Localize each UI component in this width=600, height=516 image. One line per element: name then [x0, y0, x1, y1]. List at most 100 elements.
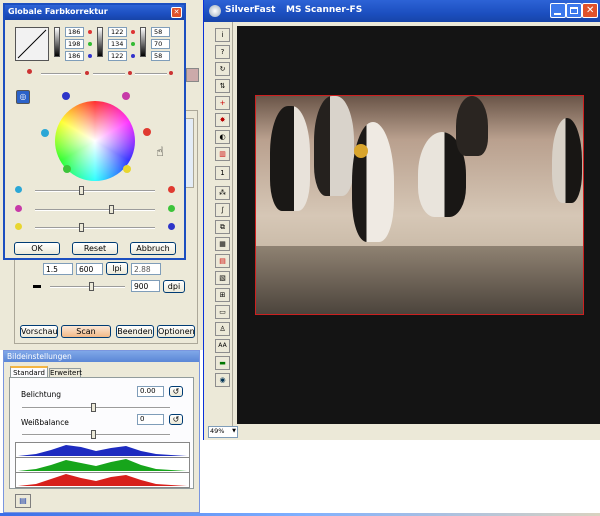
- wheel-green-dot[interactable]: [63, 165, 71, 173]
- film-strip-tool[interactable]: ▬: [215, 356, 230, 370]
- histogram-tool[interactable]: ▥: [215, 147, 230, 161]
- value-column-1-bar[interactable]: [54, 27, 60, 57]
- print-tool[interactable]: ▭: [215, 305, 230, 319]
- rotate-tool[interactable]: ↻: [215, 62, 230, 76]
- curve-line: [17, 29, 47, 59]
- maximize-button[interactable]: [566, 3, 582, 18]
- quit-button[interactable]: Beenden: [116, 325, 154, 338]
- scan-value-c[interactable]: 2.88: [131, 263, 161, 275]
- slider-1-thumb[interactable]: [79, 186, 84, 195]
- slider-3-thumb[interactable]: [79, 223, 84, 232]
- zoom-control[interactable]: 49% ▼: [208, 426, 238, 438]
- crosshair-tool[interactable]: +: [215, 96, 230, 110]
- white-balance-field[interactable]: 0: [137, 414, 164, 425]
- value-3-top[interactable]: 58: [151, 27, 170, 37]
- slider-2-left-magenta-dot: [15, 205, 22, 212]
- wheel-blue-dot[interactable]: [62, 92, 70, 100]
- curve-preview[interactable]: [15, 27, 49, 61]
- balance-tool[interactable]: ◐: [215, 130, 230, 144]
- value-1-bot[interactable]: 186: [65, 51, 84, 61]
- minimize-button[interactable]: [550, 3, 566, 18]
- histogram-box: [15, 442, 190, 488]
- slider-3-right-blue-dot: [168, 223, 175, 230]
- wheel-cyan-dot[interactable]: [41, 129, 49, 137]
- ok-button[interactable]: OK: [14, 242, 60, 255]
- exposure-reset-button[interactable]: ↺: [169, 386, 183, 397]
- film-tool[interactable]: ▤: [215, 254, 230, 268]
- value-2-top[interactable]: 122: [108, 27, 127, 37]
- blue-dot-2: [131, 54, 135, 58]
- crop-frame[interactable]: [255, 95, 584, 315]
- slider-3-track: [35, 227, 155, 229]
- white-balance-reset-button[interactable]: ↺: [169, 414, 183, 425]
- close-button[interactable]: ✕: [582, 3, 598, 18]
- frame-number-tool[interactable]: 1: [215, 166, 230, 180]
- selective-color-tool[interactable]: ⁂: [215, 186, 230, 200]
- zoom-value: 49%: [210, 427, 225, 435]
- connector-dot-2[interactable]: [128, 71, 132, 75]
- hand-icon[interactable]: ☝: [156, 144, 170, 162]
- value-1-top[interactable]: 186: [65, 27, 84, 37]
- slider-2-right-green-dot: [168, 205, 175, 212]
- scanner-tool[interactable]: ♙: [215, 322, 230, 336]
- connector-line-3: [135, 73, 167, 75]
- dpi-field[interactable]: 900: [131, 280, 160, 292]
- value-column-3-bar[interactable]: [140, 27, 146, 57]
- resolution-slider-thumb[interactable]: [89, 282, 94, 291]
- side-thumb[interactable]: [186, 68, 199, 82]
- clone-tool[interactable]: ⧉: [215, 220, 230, 234]
- gradation-tool[interactable]: ✸: [215, 113, 230, 127]
- connector-dot-1[interactable]: [85, 71, 89, 75]
- window-title: SilverFast: [225, 5, 276, 15]
- grid-tool[interactable]: ▦: [215, 237, 230, 251]
- text-tool[interactable]: AA: [215, 339, 230, 353]
- wheel-magenta-dot[interactable]: [122, 92, 130, 100]
- exposure-field[interactable]: 0.00: [137, 386, 164, 397]
- main-titlebar: SilverFast MS Scanner-FS ✕: [204, 0, 600, 22]
- dialog-close-button[interactable]: ✕: [171, 7, 182, 18]
- preview-button[interactable]: Vorschau: [20, 325, 58, 338]
- value-2-mid[interactable]: 134: [108, 39, 127, 49]
- scan-value-a[interactable]: 1.5: [43, 263, 73, 275]
- dialog-title: Globale Farbkorrektur: [8, 7, 108, 16]
- slider-1-left-cyan-dot: [15, 186, 22, 193]
- value-column-2-bar[interactable]: [97, 27, 103, 57]
- dpi-button[interactable]: dpi: [163, 280, 185, 293]
- mirror-tool[interactable]: ⇅: [215, 79, 230, 93]
- slider-1-right-red-dot: [168, 186, 175, 193]
- globe-button[interactable]: ◎: [16, 90, 30, 104]
- value-3-mid[interactable]: 70: [151, 39, 170, 49]
- connector-line-2: [93, 73, 125, 75]
- connector-dot-3[interactable]: [169, 71, 173, 75]
- slider-2-thumb[interactable]: [109, 205, 114, 214]
- cancel-button[interactable]: Abbruch: [130, 242, 176, 255]
- wheel-yellow-dot[interactable]: [123, 165, 131, 173]
- histogram-settings-icon[interactable]: ▤: [15, 494, 31, 508]
- scan-value-b[interactable]: 600: [76, 263, 103, 275]
- reset-button[interactable]: Reset: [72, 242, 118, 255]
- slider-3-left-yellow-dot: [15, 223, 22, 230]
- red-dot-2: [131, 30, 135, 34]
- help-tool[interactable]: ?: [215, 45, 230, 59]
- exposure-slider-thumb[interactable]: [91, 403, 96, 412]
- lpi-button[interactable]: lpi: [106, 262, 128, 275]
- value-1-mid[interactable]: 198: [65, 39, 84, 49]
- exposure-slider-track: [22, 407, 170, 409]
- tab-standard[interactable]: Standard: [10, 366, 48, 377]
- color-correction-dialog: Globale Farbkorrektur ✕ 186 198 186 122 …: [3, 3, 186, 260]
- dialog-titlebar: Globale Farbkorrektur ✕: [5, 5, 184, 20]
- wheel-red-dot[interactable]: [143, 128, 151, 136]
- white-balance-slider-thumb[interactable]: [91, 430, 96, 439]
- value-2-bot[interactable]: 122: [108, 51, 127, 61]
- scan-button[interactable]: Scan: [61, 325, 111, 338]
- window-subtitle: MS Scanner-FS: [286, 5, 363, 15]
- multi-tool[interactable]: ⊞: [215, 288, 230, 302]
- curve-tool[interactable]: ∫: [215, 203, 230, 217]
- options-button[interactable]: Optionen: [157, 325, 195, 338]
- zoom-arrow-icon: ▼: [232, 428, 236, 434]
- globe-tool[interactable]: ◉: [215, 373, 230, 387]
- app-icon: [209, 5, 221, 17]
- filter-tool[interactable]: ▧: [215, 271, 230, 285]
- value-3-bot[interactable]: 58: [151, 51, 170, 61]
- info-tool[interactable]: i: [215, 28, 230, 42]
